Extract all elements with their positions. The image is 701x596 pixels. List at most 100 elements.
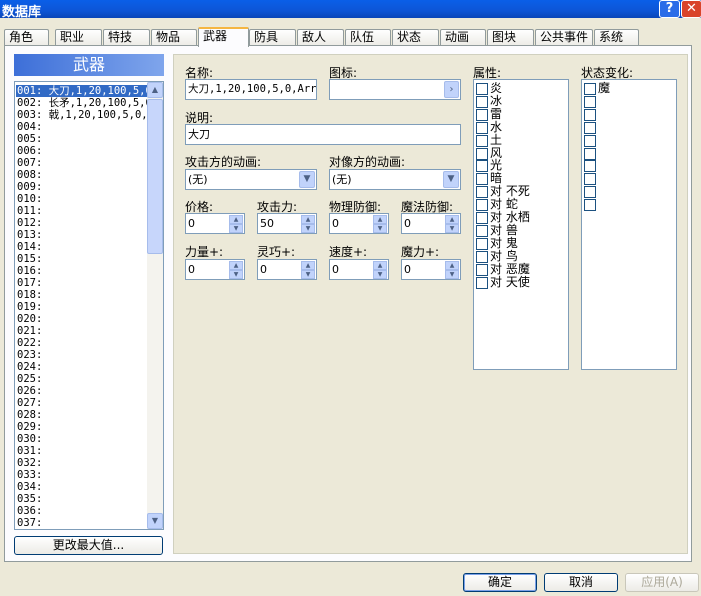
spin-down-icon[interactable]: ▼ (229, 224, 243, 233)
scroll-up-arrow-icon[interactable]: ▲ (147, 82, 163, 98)
checkbox[interactable] (476, 95, 488, 108)
tab-armors[interactable]: 防具 (249, 29, 296, 46)
checkbox[interactable] (476, 276, 488, 289)
checkbox[interactable] (584, 186, 596, 199)
checkbox[interactable] (476, 134, 488, 147)
cancel-button[interactable]: 取消 (544, 573, 618, 592)
checkbox[interactable] (476, 173, 488, 186)
spin-down-icon[interactable]: ▼ (301, 270, 315, 279)
close-button[interactable]: ✕ (681, 0, 701, 18)
tab-tilesets[interactable]: 图块 (487, 29, 534, 46)
spin-up-icon[interactable]: ▲ (229, 261, 243, 270)
spin-down-icon[interactable]: ▼ (229, 270, 243, 279)
spin-up-icon[interactable]: ▲ (373, 215, 387, 224)
target-animation-select[interactable]: (无) ▼ (329, 169, 461, 190)
list-item[interactable]: 021: (16, 325, 147, 337)
spin-down-icon[interactable]: ▼ (373, 270, 387, 279)
list-item[interactable]: 020: (16, 313, 147, 325)
state-changes-checklist[interactable]: 魔 (581, 79, 677, 370)
tab-animations[interactable]: 动画 (440, 29, 486, 46)
tab-common-events[interactable]: 公共事件 (535, 29, 593, 46)
list-item[interactable]: 036: (16, 505, 147, 517)
checkbox[interactable] (584, 147, 596, 160)
tab-troops[interactable]: 队伍 (345, 29, 391, 46)
spin-down-icon[interactable]: ▼ (373, 224, 387, 233)
list-item[interactable]: 030: (16, 433, 147, 445)
list-item[interactable]: 002: 长矛,1,20,100,5,0,Arr (16, 97, 147, 109)
change-max-button[interactable]: 更改最大值... (14, 536, 163, 555)
description-field[interactable]: 大刀 (185, 124, 461, 145)
attacker-animation-select[interactable]: (无) ▼ (185, 169, 317, 190)
list-item[interactable]: 016: (16, 265, 147, 277)
list-item[interactable]: 014: (16, 241, 147, 253)
ok-button[interactable]: 确定 (463, 573, 537, 592)
checkbox[interactable] (584, 121, 596, 134)
help-button[interactable]: ? (659, 0, 680, 18)
spin-down-icon[interactable]: ▼ (445, 270, 459, 279)
checkbox[interactable] (476, 83, 488, 95)
list-item[interactable]: 005: (16, 133, 147, 145)
dexterity-stepper[interactable]: 0 ▲ ▼ (257, 259, 317, 280)
list-item[interactable]: 001: 大刀,1,20,100,5,0,Arr (16, 85, 147, 97)
list-item[interactable]: 010: (16, 193, 147, 205)
list-item[interactable]: 004: (16, 121, 147, 133)
checkbox[interactable] (584, 95, 596, 108)
checkbox[interactable] (584, 134, 596, 147)
list-item[interactable]: 008: (16, 169, 147, 181)
list-item[interactable]: 017: (16, 277, 147, 289)
strength-stepper[interactable]: 0 ▲ ▼ (185, 259, 245, 280)
checkbox[interactable] (476, 199, 488, 212)
spin-up-icon[interactable]: ▲ (301, 215, 315, 224)
chevron-down-icon[interactable]: ▼ (299, 171, 315, 188)
list-item[interactable]: 009: (16, 181, 147, 193)
weapon-list-scrollbar[interactable]: ▲ ▼ (147, 82, 163, 529)
list-item[interactable]: 006: (16, 145, 147, 157)
list-item[interactable]: 034: (16, 481, 147, 493)
list-item[interactable]: 033: (16, 469, 147, 481)
list-item[interactable]: 015: (16, 253, 147, 265)
agility-stepper[interactable]: 0 ▲ ▼ (329, 259, 389, 280)
checkbox[interactable] (584, 108, 596, 121)
list-item[interactable]: 035: (16, 493, 147, 505)
tab-classes[interactable]: 职业 (55, 29, 102, 46)
list-item[interactable]: 003: 戟,1,20,100,5,0,Arr (16, 109, 147, 121)
list-item[interactable]: 026: (16, 385, 147, 397)
checkbox[interactable] (476, 186, 488, 199)
list-item[interactable]: 024: (16, 361, 147, 373)
checkbox[interactable] (584, 160, 596, 173)
spin-up-icon[interactable]: ▲ (445, 261, 459, 270)
scroll-down-arrow-icon[interactable]: ▼ (147, 513, 163, 529)
checkbox[interactable] (476, 212, 488, 224)
checkbox[interactable] (584, 199, 596, 212)
checkbox[interactable] (476, 263, 488, 276)
spin-up-icon[interactable]: ▲ (301, 261, 315, 270)
apply-button[interactable]: 应用(A) (625, 573, 699, 592)
tab-enemies[interactable]: 敌人 (297, 29, 344, 46)
price-stepper[interactable]: 0 ▲ ▼ (185, 213, 245, 234)
list-item[interactable]: 028: (16, 409, 147, 421)
browse-icon[interactable]: › (444, 81, 459, 98)
elements-checklist[interactable]: 炎冰雷水土风光暗对 不死对 蛇对 水栖对 兽对 鬼对 鸟对 恶魔对 天使 (473, 79, 569, 370)
weapon-list[interactable]: 001: 大刀,1,20,100,5,0,Arr002: 长矛,1,20,100… (14, 81, 164, 530)
tab-actors[interactable]: 角色 (4, 29, 49, 46)
checkbox[interactable] (476, 250, 488, 263)
list-item[interactable]: 025: (16, 373, 147, 385)
chevron-down-icon[interactable]: ▼ (443, 171, 459, 188)
spin-down-icon[interactable]: ▼ (301, 224, 315, 233)
list-item[interactable]: 018: (16, 289, 147, 301)
list-item[interactable]: 029: (16, 421, 147, 433)
checkbox[interactable] (476, 108, 488, 121)
tab-weapons[interactable]: 武器 (198, 27, 249, 47)
attack-stepper[interactable]: 50 ▲ ▼ (257, 213, 317, 234)
list-item[interactable]: 032: (16, 457, 147, 469)
list-item[interactable]: 011: (16, 205, 147, 217)
checkbox[interactable] (584, 83, 596, 95)
list-item[interactable]: 037: (16, 517, 147, 529)
list-item[interactable]: 013: (16, 229, 147, 241)
list-item[interactable]: 023: (16, 349, 147, 361)
tab-states[interactable]: 状态 (392, 29, 439, 46)
tab-system[interactable]: 系统 (594, 29, 639, 46)
tab-items[interactable]: 物品 (151, 29, 197, 46)
icon-field[interactable]: › (329, 79, 461, 100)
list-item[interactable]: 012: (16, 217, 147, 229)
